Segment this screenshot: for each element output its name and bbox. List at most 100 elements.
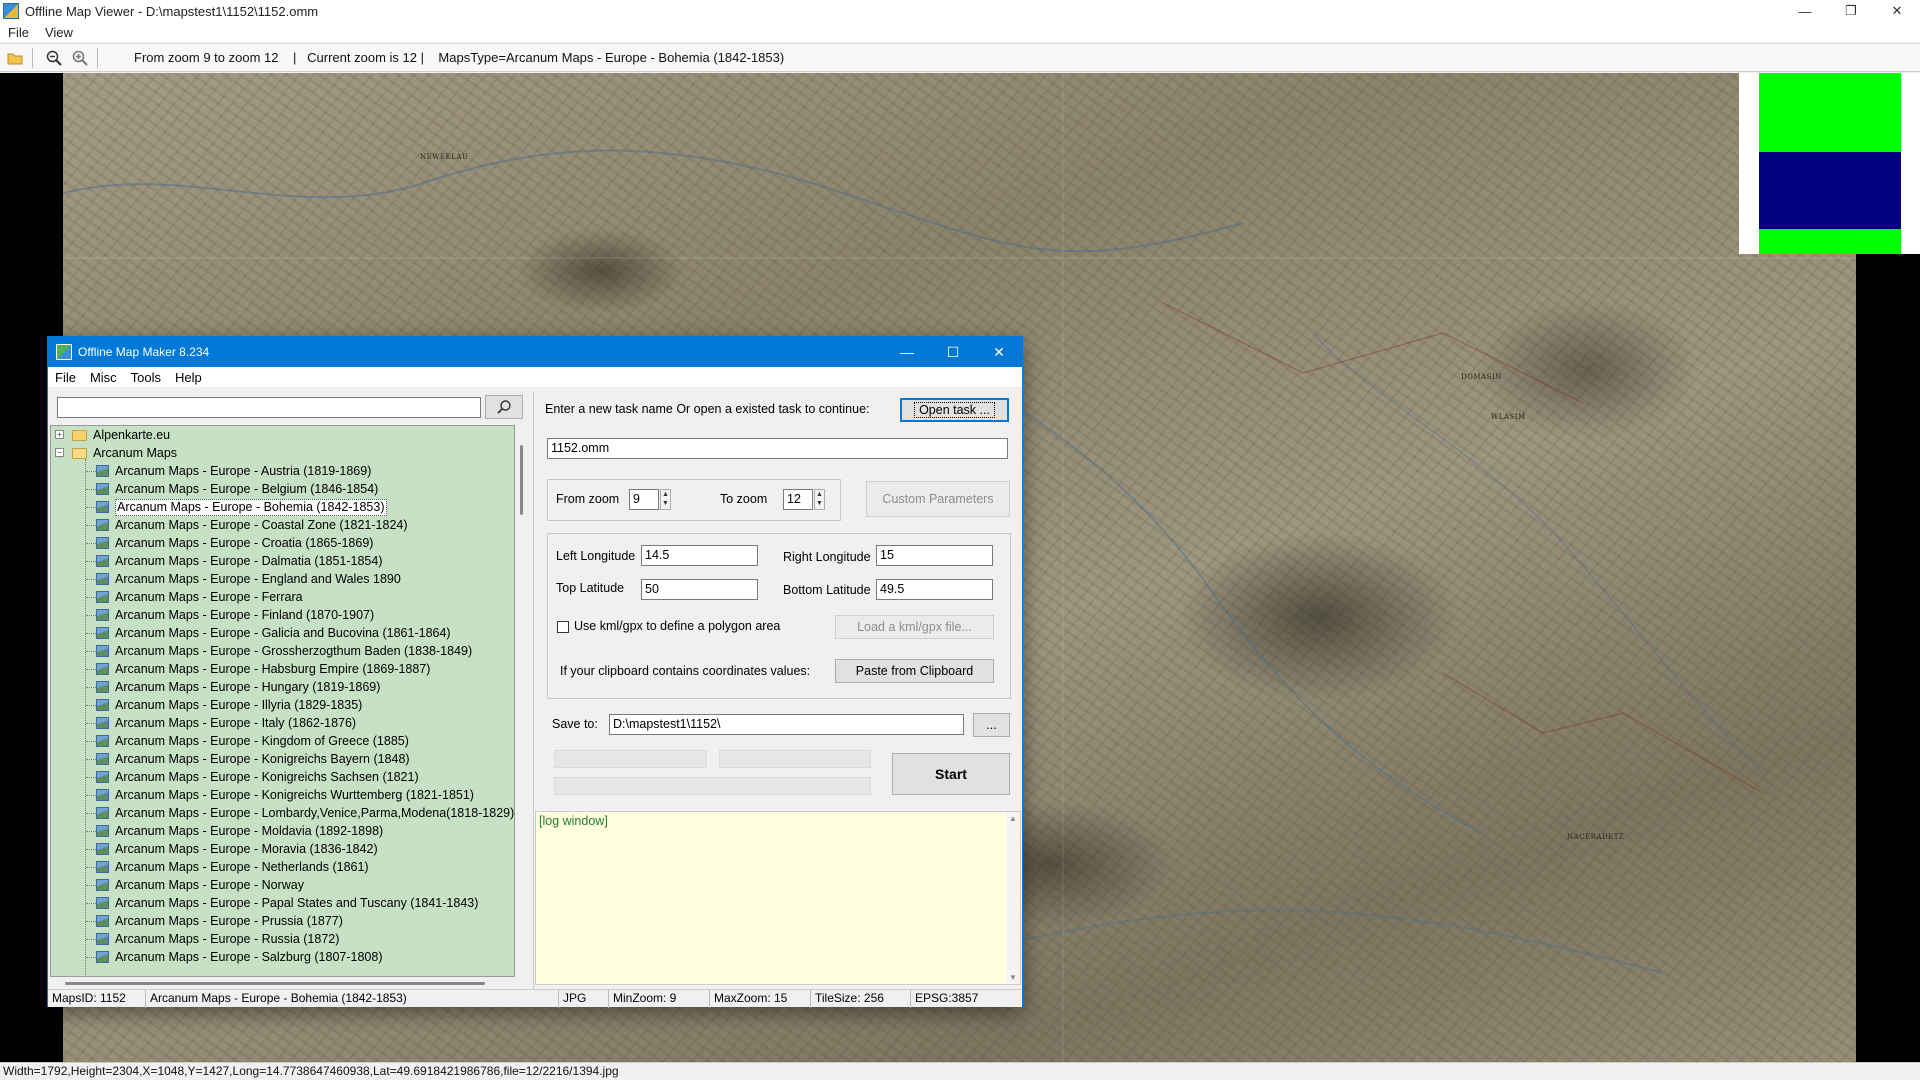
status-epsg: EPSG:3857	[915, 991, 979, 1005]
map-icon	[96, 555, 109, 567]
dialog-menu-file[interactable]: File	[48, 370, 83, 385]
tree-item-label: Arcanum Maps - Europe - Moldavia (1892-1…	[115, 824, 384, 838]
tree-connector	[86, 759, 96, 760]
tree-item-label: Alpenkarte.eu	[93, 428, 171, 442]
task-name-input[interactable]: 1152.omm	[547, 438, 1008, 459]
tree-item-label: Arcanum Maps - Europe - Grossherzogthum …	[115, 644, 473, 658]
map-icon	[96, 663, 109, 675]
folder-open-icon	[72, 448, 87, 459]
tree-item-label: Arcanum Maps - Europe - Ferrara	[115, 590, 303, 604]
tree-vertical-scrollbar[interactable]	[515, 425, 529, 977]
map-icon	[96, 789, 109, 801]
map-icon	[96, 771, 109, 783]
tree-item-label: Arcanum Maps - Europe - Konigreichs Baye…	[115, 752, 410, 766]
tree-horizontal-scrollbar[interactable]	[50, 977, 528, 989]
paste-from-clipboard-button[interactable]: Paste from Clipboard	[835, 659, 994, 683]
scroll-thumb[interactable]	[65, 982, 485, 985]
dialog-minimize-button[interactable]: —	[884, 337, 930, 367]
tree-item-label: Arcanum Maps - Europe - Prussia (1877)	[115, 914, 343, 928]
tree-connector	[86, 885, 96, 886]
tree-connector	[86, 705, 96, 706]
tree-connector	[86, 561, 96, 562]
from-zoom-input[interactable]: 9	[629, 489, 659, 510]
zoom-out-icon[interactable]	[43, 47, 65, 69]
expand-icon[interactable]: +	[55, 430, 64, 439]
menu-view[interactable]: View	[37, 25, 81, 40]
tree-connector	[86, 957, 96, 958]
tree-connector	[86, 921, 96, 922]
save-path-input[interactable]: D:\mapstest1\1152\	[609, 714, 964, 735]
minimap-area-green	[1759, 73, 1901, 152]
minimize-button[interactable]: —	[1782, 0, 1828, 22]
restore-button[interactable]: ❐	[1828, 0, 1874, 22]
tree-connector	[86, 831, 96, 832]
start-button[interactable]: Start	[892, 753, 1010, 795]
map-icon	[96, 609, 109, 621]
folder-icon	[72, 430, 87, 441]
from-zoom-spinner[interactable]: ▲ ▼	[660, 489, 671, 510]
collapse-icon[interactable]: −	[55, 448, 64, 457]
dialog-close-button[interactable]: ✕	[976, 337, 1022, 367]
tree-item-label: Arcanum Maps - Europe - Hungary (1819-18…	[115, 680, 381, 694]
search-icon	[497, 400, 511, 414]
tree-connector	[86, 579, 96, 580]
status-min-zoom: MinZoom: 9	[609, 990, 710, 1008]
zoom-in-icon[interactable]	[69, 47, 91, 69]
dialog-title: Offline Map Maker 8.234	[78, 345, 210, 359]
tree-item-label: Arcanum Maps - Europe - Galicia and Buco…	[115, 626, 451, 640]
dialog-menu-tools[interactable]: Tools	[124, 370, 168, 385]
tree-connector	[86, 903, 96, 904]
search-button[interactable]	[485, 395, 523, 419]
left-longitude-input[interactable]: 14.5	[641, 545, 758, 566]
map-type-tree[interactable]: + Alpenkarte.eu − Arcanum Maps Arcanum M…	[50, 425, 515, 977]
map-icon	[96, 519, 109, 531]
tree-connector	[86, 687, 96, 688]
to-zoom-input[interactable]: 12	[783, 489, 813, 510]
open-task-button[interactable]: Open task ...	[900, 398, 1009, 422]
tree-connector	[86, 651, 96, 652]
log-window[interactable]: [log window] ▲ ▼	[535, 811, 1021, 985]
tree-connector	[86, 489, 96, 490]
dialog-maximize-button[interactable]: ☐	[930, 337, 976, 367]
panel-divider[interactable]	[533, 392, 534, 990]
tree-item-label: Arcanum Maps - Europe - Konigreichs Sach…	[115, 770, 419, 784]
tree-item-label: Arcanum Maps - Europe - Moravia (1836-18…	[115, 842, 378, 856]
custom-parameters-button[interactable]: Custom Parameters	[866, 481, 1010, 517]
bottom-latitude-input[interactable]: 49.5	[876, 579, 993, 600]
log-scrollbar[interactable]: ▲ ▼	[1006, 812, 1020, 984]
right-longitude-input[interactable]: 15	[876, 545, 993, 566]
map-icon	[96, 591, 109, 603]
top-latitude-input[interactable]: 50	[641, 579, 758, 600]
bottom-latitude-label: Bottom Latitude	[783, 583, 871, 597]
map-place-label: DOMASIN	[1461, 373, 1502, 381]
tree-item-label: Arcanum Maps - Europe - England and Wale…	[115, 572, 401, 586]
dialog-menu-misc[interactable]: Misc	[83, 370, 124, 385]
open-folder-icon[interactable]	[4, 47, 26, 69]
map-icon	[96, 645, 109, 657]
load-kml-button[interactable]: Load a kml/gpx file...	[835, 615, 994, 639]
scroll-thumb[interactable]	[520, 445, 523, 515]
use-kml-checkbox[interactable]	[557, 621, 569, 633]
zoom-info-text: From zoom 9 to zoom 12 | Current zoom is…	[134, 50, 785, 65]
progress-bar-total	[554, 777, 871, 795]
map-icon	[96, 483, 109, 495]
status-tile-size: TileSize: 256	[811, 990, 911, 1008]
map-icon	[96, 573, 109, 585]
app-icon	[3, 3, 19, 19]
map-place-label: WLASIM	[1491, 413, 1526, 421]
dialog-menubar: File Misc Tools Help	[48, 367, 1022, 387]
left-longitude-label: Left Longitude	[556, 549, 636, 563]
dialog-menu-help[interactable]: Help	[168, 370, 209, 385]
browse-button[interactable]: ...	[973, 713, 1010, 737]
use-kml-label: Use kml/gpx to define a polygon area	[574, 619, 781, 633]
close-button[interactable]: ✕	[1874, 0, 1920, 22]
menu-file[interactable]: File	[0, 25, 37, 40]
map-icon	[96, 627, 109, 639]
map-maker-icon	[56, 344, 72, 360]
minimap[interactable]	[1739, 73, 1920, 254]
map-search-input[interactable]	[57, 397, 481, 418]
status-maps-id: MapsID: 1152	[48, 990, 146, 1008]
tree-connector	[86, 525, 96, 526]
to-zoom-spinner[interactable]: ▲ ▼	[814, 489, 825, 510]
log-text: [log window]	[539, 814, 608, 828]
